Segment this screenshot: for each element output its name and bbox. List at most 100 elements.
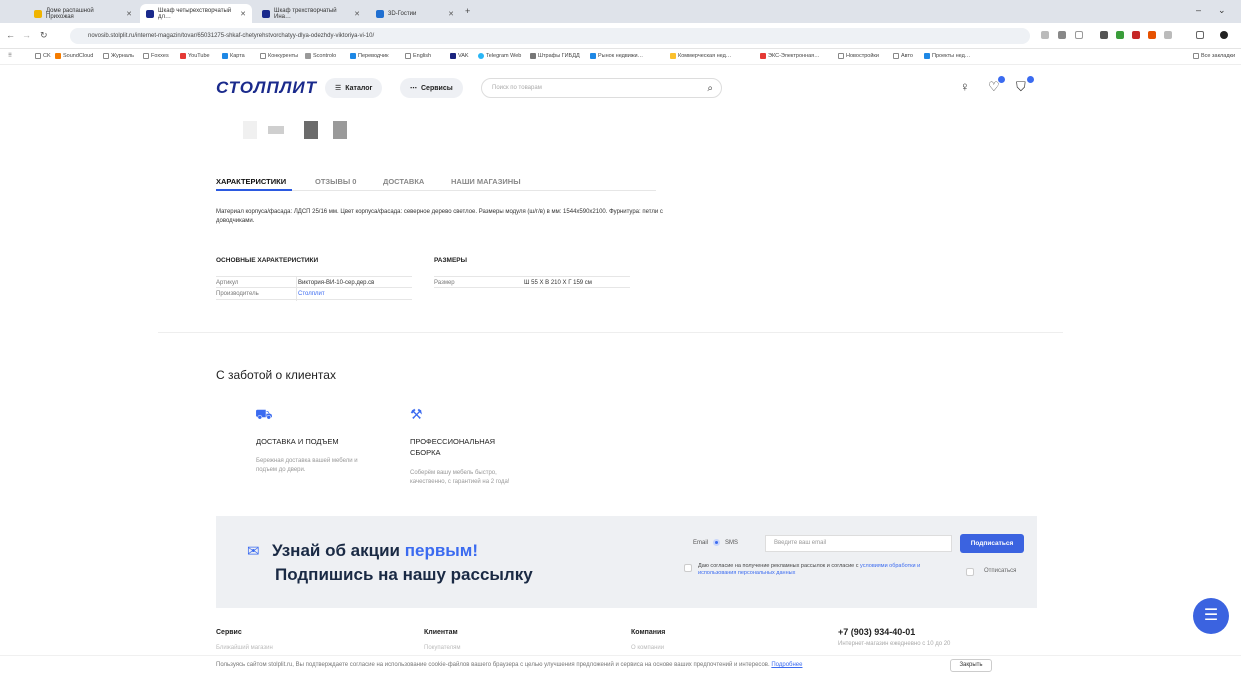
extension-icon[interactable]	[1041, 31, 1049, 39]
browser-tab-active[interactable]: Шкаф четырехстворчатый дл… ✕	[140, 4, 252, 23]
footer-link[interactable]: Покупателям	[424, 645, 461, 651]
product-description: Материал корпуса/фасада: ЛДСП 25/16 мм. …	[216, 209, 663, 224]
newsletter-subheading: Подпишись на нашу рассылку	[275, 565, 533, 584]
bookmark[interactable]: ЭКС-Электронная…	[760, 53, 820, 59]
star-icon[interactable]	[1075, 31, 1083, 39]
browser-tabbar: Доме распашной Прихожая ✕ Шкаф четырехст…	[0, 0, 1241, 23]
bookmark[interactable]: Foxxes	[143, 53, 169, 59]
extension-icon[interactable]	[1116, 31, 1124, 39]
services-label: Сервисы	[421, 84, 453, 92]
extension-icon[interactable]	[1100, 31, 1108, 39]
channel-selector: Email SMS	[693, 539, 738, 546]
delivery-truck-icon: ⛟	[255, 406, 273, 422]
cart-icon[interactable]: ⛉	[1016, 79, 1026, 95]
tab-reviews[interactable]: ОТЗЫВЫ 0	[315, 177, 356, 186]
bookmark[interactable]: Scontrolo	[305, 53, 336, 59]
forward-icon[interactable]: →	[22, 30, 31, 40]
apps-icon[interactable]: ⠿	[8, 53, 12, 59]
search-icon[interactable]: ⌕	[707, 80, 713, 98]
close-icon[interactable]: ✕	[240, 10, 246, 18]
site-logo[interactable]: СТОЛПЛИТ	[216, 78, 317, 98]
close-icon[interactable]: ✕	[354, 10, 360, 18]
consent-checkbox[interactable]	[684, 564, 692, 572]
main-chars-title: ОСНОВНЫЕ ХАРАКТЕРИСТИКИ	[216, 257, 319, 264]
assembly-text: Соберём вашу мебель быстро, качественно,…	[410, 470, 510, 485]
url-field[interactable]: novosib.stolplit.ru/internet-magazin/tov…	[70, 28, 1030, 44]
bookmark[interactable]: CK	[35, 53, 51, 59]
minimize-button[interactable]: –	[1196, 5, 1201, 15]
all-bookmarks[interactable]: Все закладки	[1193, 53, 1235, 59]
tab-title: 3D-Гостии	[388, 10, 417, 17]
bookmark[interactable]: Конкуренты	[260, 53, 298, 59]
browser-tab[interactable]: Шкаф трехстворчатый Ина… ✕	[256, 4, 366, 23]
tab-title: Шкаф четырехстворчатый дл…	[158, 7, 232, 20]
footer-col-title: Компания	[631, 629, 666, 636]
active-tab-indicator	[216, 189, 292, 191]
cookie-close-button[interactable]: Закрыть	[950, 659, 992, 672]
thumbnail[interactable]	[268, 126, 284, 134]
window-menu-button[interactable]: ⌄	[1218, 5, 1226, 16]
catalog-label: Каталог	[345, 84, 373, 92]
thumbnail[interactable]	[243, 121, 257, 139]
footer-col-title: Сервис	[216, 629, 242, 636]
extension-icon[interactable]	[1164, 31, 1172, 39]
bookmark[interactable]: SoundCloud	[55, 53, 93, 59]
subscribe-button[interactable]: Подписаться	[960, 534, 1024, 553]
chat-icon[interactable]: ☰	[1193, 598, 1229, 634]
consent-label: Даю согласие на получение рекламных расс…	[698, 563, 859, 569]
favicon-icon	[376, 9, 384, 18]
phone-number[interactable]: +7 (903) 934-40-01	[838, 627, 915, 637]
bookmark[interactable]: Штрафы ГИБДД	[530, 53, 580, 59]
thumbnail[interactable]	[304, 121, 318, 139]
bookmark[interactable]: Новостройки	[838, 53, 879, 59]
favicon-icon	[146, 9, 154, 18]
thumbnail[interactable]	[333, 121, 347, 139]
unsubscribe-checkbox[interactable]	[966, 568, 974, 576]
extension-icon[interactable]	[1058, 31, 1066, 39]
bookmark[interactable]: Telegram Web	[478, 53, 521, 59]
favicon-icon	[262, 9, 270, 18]
sms-option-label[interactable]: SMS	[725, 540, 738, 546]
email-radio[interactable]	[713, 539, 721, 546]
favicon-icon	[34, 9, 42, 18]
bookmark[interactable]: VAK	[450, 53, 469, 59]
footer-link[interactable]: Ближайший магазин	[216, 645, 273, 651]
browser-tab[interactable]: 3D-Гостии ✕	[370, 4, 460, 23]
extension-icon[interactable]	[1132, 31, 1140, 39]
address-bar-row: ← → ↻ novosib.stolplit.ru/internet-magaz…	[0, 23, 1241, 49]
services-button[interactable]: ⋯ Сервисы	[400, 78, 463, 98]
bookmark[interactable]: English	[405, 53, 431, 59]
profile-icon[interactable]	[1220, 31, 1228, 39]
new-tab-button[interactable]: +	[465, 6, 470, 16]
close-icon[interactable]: ✕	[448, 10, 454, 18]
tab-characteristics[interactable]: ХАРАКТЕРИСТИКИ	[216, 177, 286, 186]
tab-stores[interactable]: НАШИ МАГАЗИНЫ	[451, 177, 521, 186]
search-input[interactable]: Поиск по товарам ⌕	[481, 78, 722, 98]
sidebar-icon[interactable]	[1196, 31, 1204, 39]
footer-link[interactable]: О компании	[631, 645, 664, 651]
catalog-button[interactable]: ☰ Каталог	[325, 78, 383, 98]
bookmark[interactable]: Журналь	[103, 53, 134, 59]
user-icon[interactable]: ♀	[960, 79, 970, 94]
tab-delivery[interactable]: ДОСТАВКА	[383, 177, 424, 186]
browser-tab[interactable]: Доме распашной Прихожая ✕	[28, 4, 138, 23]
bookmark[interactable]: YouTube	[180, 53, 210, 59]
email-field[interactable]: Введите ваш email	[765, 535, 952, 552]
close-icon[interactable]: ✕	[126, 10, 132, 18]
cookie-more-link[interactable]: Подробнее	[771, 662, 802, 668]
bookmark[interactable]: Проекты нед…	[924, 53, 970, 59]
bookmark[interactable]: Переводчик	[350, 53, 388, 59]
bookmark[interactable]: Рынок недвижи…	[590, 53, 643, 59]
reload-icon[interactable]: ↻	[40, 30, 48, 41]
bookmark[interactable]: Коммерческая нед…	[670, 53, 731, 59]
footer-col-title: Клиентам	[424, 629, 458, 636]
manufacturer-link[interactable]: Столплит	[298, 288, 325, 300]
back-icon[interactable]: ←	[6, 30, 15, 40]
bookmark[interactable]: Авто	[893, 53, 913, 59]
row-value: Ш 55 Х В 210 Х Г 159 см	[524, 280, 592, 286]
extension-icon[interactable]	[1148, 31, 1156, 39]
sizes-title: РАЗМЕРЫ	[434, 257, 467, 264]
bookmark[interactable]: Карта	[222, 53, 245, 59]
cookie-text: Пользуясь сайтом stolplit.ru, Вы подтвер…	[216, 662, 802, 668]
delivery-text: Бережная доставка вашей мебели и подъем …	[256, 458, 358, 473]
